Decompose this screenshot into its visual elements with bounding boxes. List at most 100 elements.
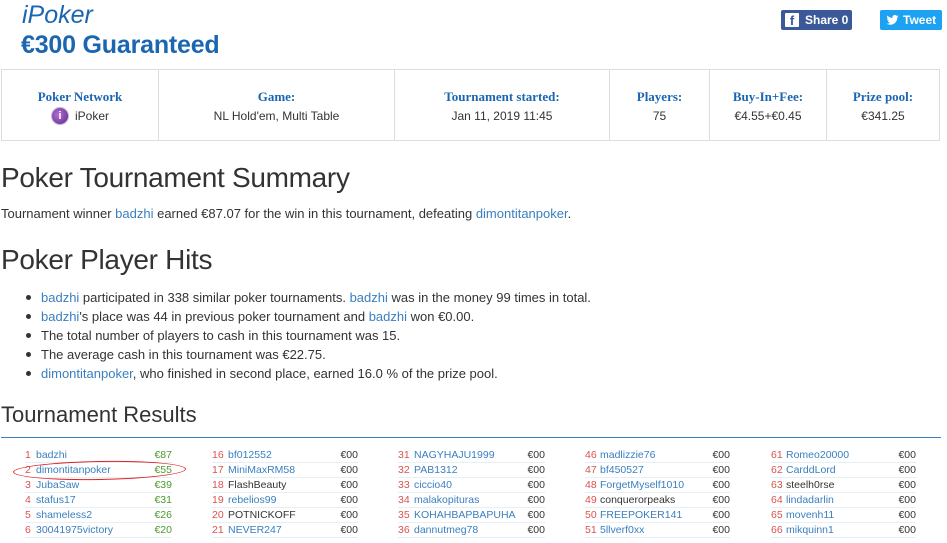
result-player-link[interactable]: bf012552 xyxy=(228,448,272,463)
info-game: Game: NL Hold'em, Multi Table xyxy=(159,70,395,140)
runner-up-link[interactable]: dimontitanpoker xyxy=(476,206,568,221)
result-player-link[interactable]: badzhi xyxy=(36,448,67,463)
tournament-info-table: Poker Network i iPoker Game: NL Hold'em,… xyxy=(1,69,940,141)
result-row: 66 mikquinn1 €00 xyxy=(771,523,916,538)
hit-item: badzhi's place was 44 in previous poker … xyxy=(26,307,591,326)
result-row: 62 CarddLord €00 xyxy=(771,463,916,478)
player-hits-list: badzhi participated in 338 similar poker… xyxy=(26,288,591,383)
result-player-link[interactable]: madlizzie76 xyxy=(600,448,655,463)
result-position: 20 xyxy=(212,509,224,521)
result-row: 49 conquerorpeaks €00 xyxy=(585,493,730,508)
info-players: Players: 75 xyxy=(610,70,710,140)
result-player-link[interactable]: NEVER247 xyxy=(228,523,282,538)
result-prize: €00 xyxy=(898,449,916,461)
player-link[interactable]: badzhi xyxy=(369,309,407,324)
result-player-link[interactable]: FlashBeauty xyxy=(228,478,286,493)
facebook-share-button[interactable]: f Share 0 xyxy=(781,10,852,30)
info-label: Game: xyxy=(257,89,296,104)
result-player-link[interactable]: bf450527 xyxy=(600,463,644,478)
info-started: Tournament started: Jan 11, 2019 11:45 xyxy=(395,70,610,140)
result-prize: €26 xyxy=(154,509,172,521)
result-position: 51 xyxy=(585,524,597,536)
result-row: 18 FlashBeauty €00 xyxy=(212,478,358,493)
info-label: Poker Network xyxy=(37,89,123,104)
result-position: 35 xyxy=(398,509,410,521)
result-player-link[interactable]: dannutmeg78 xyxy=(414,523,478,538)
result-prize: €00 xyxy=(712,509,730,521)
result-prize: €00 xyxy=(712,464,730,476)
result-row: 6 30041975victory €20 xyxy=(25,523,172,538)
result-player-link[interactable]: stafus17 xyxy=(36,493,76,508)
summary-heading: Poker Tournament Summary xyxy=(1,162,350,193)
info-value: €4.55+€0.45 xyxy=(734,109,802,123)
result-row: 4 stafus17 €31 xyxy=(25,493,172,508)
hit-text: participated in 338 similar poker tourna… xyxy=(79,290,350,305)
hit-text: was in the money 99 times in total. xyxy=(387,290,591,305)
result-prize: €00 xyxy=(340,509,358,521)
result-prize: €55 xyxy=(154,464,172,476)
result-prize: €00 xyxy=(527,524,545,536)
result-player-link[interactable]: dimontitanpoker xyxy=(36,463,111,478)
results-column: 1 badzhi €87 2 dimontitanpoker €55 3 JubaSaw €39… xyxy=(25,448,172,538)
result-player-link[interactable]: movenh11 xyxy=(786,508,834,523)
player-link[interactable]: badzhi xyxy=(350,290,388,305)
player-link[interactable]: badzhi xyxy=(41,309,79,324)
result-player-link[interactable]: 5llverf0xx xyxy=(600,523,644,538)
network-brand: iPoker xyxy=(22,1,93,29)
result-position: 3 xyxy=(25,479,31,491)
result-player-link[interactable]: conquerorpeaks xyxy=(600,493,675,508)
result-player-link[interactable]: PAB1312 xyxy=(414,463,458,478)
player-link[interactable]: dimontitanpoker xyxy=(41,366,133,381)
result-row: 34 malakopituras €00 xyxy=(398,493,545,508)
result-prize: €00 xyxy=(898,464,916,476)
result-player-link[interactable]: ciccio40 xyxy=(414,478,452,493)
result-player-link[interactable]: POTNICKOFF xyxy=(228,508,296,523)
result-row: 46 madlizzie76 €00 xyxy=(585,448,730,463)
result-prize: €00 xyxy=(340,479,358,491)
result-prize: €00 xyxy=(340,524,358,536)
result-player-link[interactable]: mikquinn1 xyxy=(786,523,834,538)
result-row: 21 NEVER247 €00 xyxy=(212,523,358,538)
result-prize: €00 xyxy=(527,509,545,521)
result-prize: €00 xyxy=(712,494,730,506)
hit-text: won €0.00. xyxy=(407,309,475,324)
result-player-link[interactable]: lindadarlin xyxy=(786,493,834,508)
results-divider xyxy=(1,437,941,438)
result-prize: €39 xyxy=(154,479,172,491)
result-player-link[interactable]: rebelios99 xyxy=(228,493,276,508)
result-player-link[interactable]: NAGYHAJU1999 xyxy=(414,448,495,463)
player-link[interactable]: badzhi xyxy=(41,290,79,305)
result-player-link[interactable]: steelh0rse xyxy=(786,478,834,493)
share-label: Share 0 xyxy=(805,13,849,27)
summary-text-part: earned €87.07 for the win in this tourna… xyxy=(153,206,476,221)
result-player-link[interactable]: ForgetMyself1010 xyxy=(600,478,684,493)
result-prize: €00 xyxy=(527,464,545,476)
result-row: 47 bf450527 €00 xyxy=(585,463,730,478)
result-player-link[interactable]: JubaSaw xyxy=(36,478,79,493)
result-player-link[interactable]: Romeo20000 xyxy=(786,448,849,463)
result-prize: €00 xyxy=(898,509,916,521)
info-buyin: Buy-In+Fee: €4.55+€0.45 xyxy=(710,70,827,140)
result-row: 48 ForgetMyself1010 €00 xyxy=(585,478,730,493)
result-position: 36 xyxy=(398,524,410,536)
result-position: 2 xyxy=(25,464,31,476)
result-row: 1 badzhi €87 xyxy=(25,448,172,463)
result-player-link[interactable]: shameless2 xyxy=(36,508,92,523)
player-hits-heading: Poker Player Hits xyxy=(1,244,213,275)
result-player-link[interactable]: MiniMaxRM58 xyxy=(228,463,295,478)
result-position: 34 xyxy=(398,494,410,506)
info-value: NL Hold'em, Multi Table xyxy=(213,109,340,123)
result-player-link[interactable]: KOHAHBAPBAPUHA xyxy=(414,508,516,523)
result-player-link[interactable]: FREEPOKER141 xyxy=(600,508,682,523)
hit-item: dimontitanpoker, who finished in second … xyxy=(26,364,591,383)
result-player-link[interactable]: 30041975victory xyxy=(36,523,113,538)
network-link[interactable]: iPoker xyxy=(75,107,109,125)
results-column: 46 madlizzie76 €00 47 bf450527 €00 48 ForgetMys… xyxy=(585,448,730,538)
tweet-button[interactable]: Tweet xyxy=(880,10,942,30)
result-player-link[interactable]: CarddLord xyxy=(786,463,836,478)
summary-text: Tournament winner badzhi earned €87.07 f… xyxy=(1,206,571,222)
result-row: 65 movenh11 €00 xyxy=(771,508,916,523)
winner-link[interactable]: badzhi xyxy=(115,206,153,221)
result-prize: €00 xyxy=(712,524,730,536)
result-player-link[interactable]: malakopituras xyxy=(414,493,479,508)
